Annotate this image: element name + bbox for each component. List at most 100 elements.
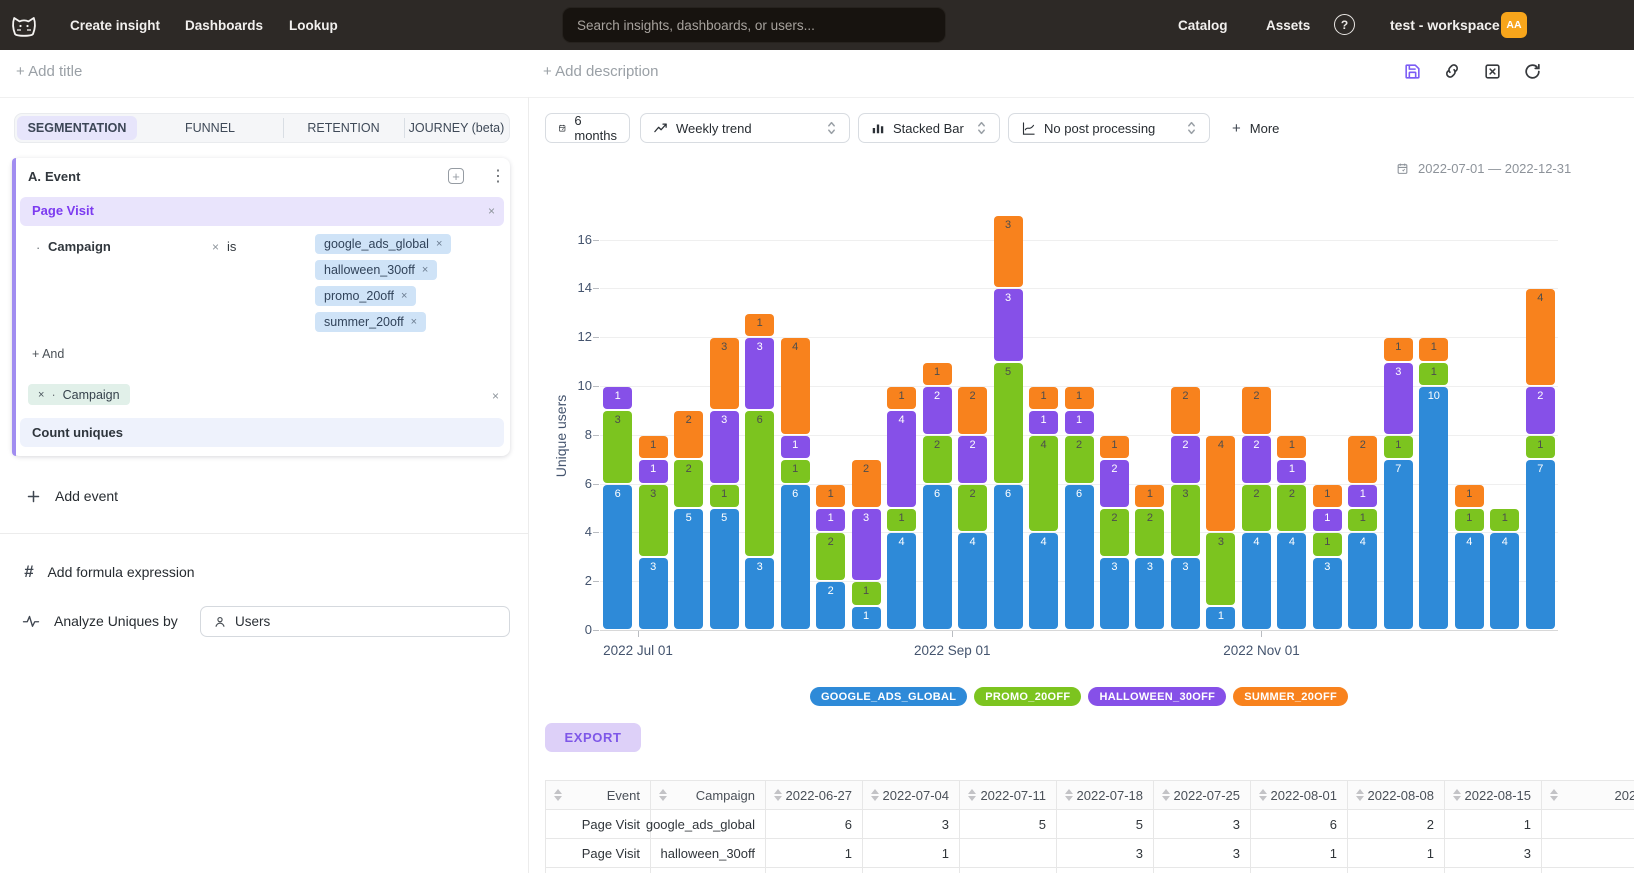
table-header-cell[interactable]: 2022-08-08 [1347, 780, 1444, 810]
event-name[interactable]: Page Visit [32, 203, 94, 218]
table-header-cell[interactable]: 2022-07-04 [862, 780, 959, 810]
link-icon[interactable] [1440, 59, 1464, 83]
legend-item[interactable]: SUMMER_20OFF [1233, 687, 1348, 706]
analyze-by-label: Analyze Uniques by [54, 613, 178, 629]
more-options-button[interactable]: + More [1232, 113, 1279, 143]
sort-icon[interactable] [1259, 788, 1268, 802]
y-tick-mark [593, 581, 599, 582]
sort-icon[interactable] [1453, 788, 1462, 802]
legend-item[interactable]: PROMO_20OFF [974, 687, 1081, 706]
sort-icon[interactable] [871, 788, 880, 802]
bar-segment[interactable] [745, 411, 774, 555]
segment-type-label: Event [45, 169, 80, 184]
sort-icon[interactable] [554, 788, 563, 802]
table-header-cell[interactable]: 2022-07-18 [1056, 780, 1153, 810]
add-event-button[interactable]: Add event [26, 488, 118, 504]
sort-icon[interactable] [1356, 788, 1365, 802]
aggregation-row[interactable]: Count uniques [20, 418, 504, 447]
table-cell: 5 [1056, 810, 1153, 839]
add-and-condition[interactable]: + And [32, 347, 64, 361]
filter-value-tag[interactable]: summer_20off× [315, 312, 426, 332]
table-header-cell[interactable]: 2022-06-27 [765, 780, 862, 810]
table-header-cell[interactable]: Event [545, 780, 650, 810]
event-selector-row[interactable]: Page Visit × [20, 197, 504, 226]
filter-property[interactable]: Campaign [48, 239, 111, 254]
tab-segmentation[interactable]: SEGMENTATION [17, 116, 137, 140]
remove-tag-icon[interactable]: × [436, 238, 442, 250]
filter-value-tag[interactable]: halloween_30off× [315, 260, 437, 280]
trend-select[interactable]: Weekly trend [640, 113, 850, 143]
nav-assets[interactable]: Assets [1266, 0, 1310, 50]
remove-filter-icon[interactable]: × [212, 240, 219, 254]
global-search-input[interactable] [562, 7, 946, 43]
bar-segment[interactable] [1065, 485, 1094, 629]
bar-segment-value: 1 [887, 512, 916, 524]
avatar[interactable]: AA [1501, 12, 1527, 38]
sort-icon[interactable] [968, 788, 977, 802]
table-header-cell[interactable]: 2022-08-22 [1541, 780, 1634, 810]
add-description-placeholder[interactable]: + Add description [543, 63, 659, 81]
remove-breakdown-row-icon[interactable]: × [492, 389, 499, 403]
bar-segment[interactable] [674, 509, 703, 629]
bar-segment[interactable] [1384, 460, 1413, 629]
nav-lookup[interactable]: Lookup [289, 0, 338, 50]
add-filter-icon[interactable]: + [448, 168, 464, 184]
close-insight-icon[interactable] [1480, 59, 1504, 83]
workspace-name[interactable]: test - workspace [1390, 0, 1500, 50]
table-header-cell[interactable]: 2022-07-11 [959, 780, 1056, 810]
select-arrows-icon [826, 120, 837, 136]
analyze-by-select[interactable]: Users [200, 606, 510, 637]
filter-value-tag[interactable]: promo_20off× [315, 286, 416, 306]
sort-icon[interactable] [1550, 788, 1559, 802]
save-icon[interactable] [1400, 59, 1424, 83]
breakdown-pill[interactable]: × · Campaign [28, 384, 130, 405]
table-header-cell[interactable]: 2022-07-25 [1153, 780, 1250, 810]
bar-segment-value: 6 [781, 488, 810, 500]
bar-segment[interactable] [923, 485, 952, 629]
remove-breakdown-icon[interactable]: × [38, 389, 44, 401]
table-header-cell[interactable]: 2022-08-01 [1250, 780, 1347, 810]
sort-icon[interactable] [774, 788, 783, 802]
bar-segment[interactable] [1419, 387, 1448, 629]
bar-segment[interactable] [994, 363, 1023, 483]
remove-tag-icon[interactable]: × [422, 264, 428, 276]
bar-segment[interactable] [603, 485, 632, 629]
table-header-cell[interactable]: 2022-08-15 [1444, 780, 1541, 810]
refresh-icon[interactable] [1520, 59, 1544, 83]
bar-segment-value: 1 [1384, 439, 1413, 451]
add-title-placeholder[interactable]: + Add title [16, 63, 82, 81]
remove-tag-icon[interactable]: × [411, 316, 417, 328]
tab-funnel[interactable]: FUNNEL [137, 114, 283, 142]
legend-item[interactable]: GOOGLE_ADS_GLOBAL [810, 687, 967, 706]
bar-segment-value: 1 [1277, 439, 1306, 451]
tab-journey[interactable]: JOURNEY (beta) [404, 114, 509, 142]
add-formula-button[interactable]: # Add formula expression [24, 562, 195, 582]
post-processing-select[interactable]: No post processing [1008, 113, 1210, 143]
more-options-icon[interactable]: ⋮ [490, 166, 506, 186]
app-logo-cat-icon[interactable] [10, 11, 38, 39]
remove-event-icon[interactable]: × [488, 204, 495, 218]
remove-tag-icon[interactable]: × [401, 290, 407, 302]
filter-operator[interactable]: is [227, 239, 236, 254]
bullet: · [36, 240, 40, 255]
sort-icon[interactable] [1065, 788, 1074, 802]
nav-create-insight[interactable]: Create insight [70, 0, 160, 50]
date-period-button[interactable]: 6 months [545, 113, 630, 143]
tab-retention[interactable]: RETENTION [283, 114, 404, 142]
bar-segment[interactable] [994, 485, 1023, 629]
help-icon[interactable]: ? [1334, 14, 1355, 35]
sort-icon[interactable] [1162, 788, 1171, 802]
sort-icon[interactable] [659, 788, 668, 802]
filter-value-tag[interactable]: google_ads_global× [315, 234, 451, 254]
x-tick-label: 2022 Jul 01 [583, 643, 693, 658]
nav-catalog[interactable]: Catalog [1178, 0, 1228, 50]
nav-dashboards[interactable]: Dashboards [185, 0, 263, 50]
export-button[interactable]: EXPORT [545, 723, 641, 752]
bar-segment[interactable] [710, 509, 739, 629]
bar-segment[interactable] [781, 485, 810, 629]
legend-item[interactable]: HALLOWEEN_30OFF [1088, 687, 1226, 706]
table-header-cell[interactable]: Campaign [650, 780, 765, 810]
bar-segment-value: 6 [603, 488, 632, 500]
chart-type-select[interactable]: Stacked Bar [858, 113, 1000, 143]
bar-segment[interactable] [1526, 460, 1555, 629]
